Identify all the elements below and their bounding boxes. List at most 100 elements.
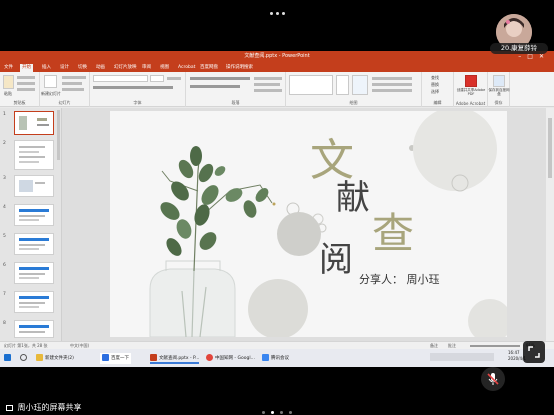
format-painter-button[interactable] [17,88,35,91]
shape-effects-button[interactable] [372,89,412,92]
taskbar-item-label: 文献查阅.pptx - P... [159,356,200,361]
slide-number: 8 [3,321,6,326]
start-button[interactable] [4,353,13,364]
slide-thumb-6[interactable] [14,262,54,284]
replace-button[interactable]: 替换 [431,82,439,88]
top-more-dots[interactable] [0,3,554,15]
group-label: 幻灯片 [58,100,71,105]
shapes-gallery[interactable] [289,75,333,95]
group-label: 字体 [133,100,142,105]
tab-home[interactable]: 开始 [20,64,33,72]
tab-file[interactable]: 文件 [2,64,15,72]
screen-share-label: 周小珏的屏幕共享 [6,402,82,413]
window-title: 文献查阅.pptx - PowerPoint [244,53,310,59]
group-acrobat: 创建并共享Adobe PDF Adobe Acrobat [454,72,488,107]
slide-thumb-3[interactable] [14,175,54,197]
participant-name: 20.康复薛铃 [490,43,548,54]
participant-video-tile[interactable]: 20.康复薛铃 [490,14,550,58]
cut-button[interactable] [17,76,35,79]
screen-share-icon [6,404,13,411]
slide-number: 6 [3,263,6,268]
font-name-select[interactable] [93,75,148,82]
select-button[interactable]: 选择 [431,89,439,95]
paste-label: 粘贴 [4,91,12,96]
shape-outline-button[interactable] [372,83,412,86]
page-indicator[interactable] [0,402,554,415]
acrobat-pdf-icon[interactable] [465,75,477,87]
text-direction-button[interactable] [254,77,282,80]
tell-me-search[interactable]: 操作说明搜索 [224,64,255,72]
group-label: 剪贴板 [13,100,26,105]
slide-thumb-5[interactable] [14,233,54,255]
section-button[interactable] [62,88,84,91]
slide-thumbnail-pane: 1 2 3 4 5 6 7 8 [0,108,62,341]
layout-button[interactable] [62,76,86,79]
taskbar-item-folder[interactable]: 新建文件夹(2) [36,353,74,364]
slide-title-char-2: 献 [336,178,370,218]
fullscreen-button[interactable] [523,341,545,363]
status-bar: 幻灯片 第1张，共 28 张 中文(中国) 备注 批注 91% [0,341,554,349]
system-tray[interactable] [430,353,494,361]
editor-scrollbar[interactable] [546,108,554,341]
zoom-slider[interactable] [470,345,520,347]
find-button[interactable]: 查找 [431,75,439,81]
ribbon: 粘贴 剪贴板 新建幻灯片 幻灯片 字体 段落 绘图 查找 替换 选择 编辑 创建… [0,72,554,107]
ribbon-tabs: 文件 开始 插入 设计 切换 动画 幻灯片放映 审阅 视图 Acrobat 百度… [0,63,554,72]
presenter-line: 分享人： 周小珏 [359,271,440,287]
thumbnail-scrollbar[interactable] [57,110,60,160]
tab-acrobat[interactable]: Acrobat [176,64,197,72]
font-grow-shrink[interactable] [167,77,181,80]
slide-thumb-1[interactable] [14,111,54,135]
copy-button[interactable] [17,82,35,85]
share-info-bar: 周小珏的屏幕共享 [0,397,554,415]
search-icon[interactable] [20,353,29,364]
quick-styles-button[interactable] [352,75,368,95]
reset-button[interactable] [62,82,82,85]
baidu-save-icon[interactable] [493,75,505,87]
tab-insert[interactable]: 插入 [40,64,53,72]
group-editing: 查找 替换 选择 编辑 [422,72,454,107]
new-slide-icon[interactable] [44,75,57,88]
tab-review[interactable]: 审阅 [140,64,153,72]
slide-thumb-4[interactable] [14,204,54,226]
tab-slideshow[interactable]: 幻灯片放映 [112,64,139,72]
tab-transitions[interactable]: 切换 [76,64,89,72]
align-text-button[interactable] [254,83,280,86]
shape-fill-button[interactable] [372,77,412,80]
paste-icon[interactable] [3,75,14,89]
taskbar-item-tencent-meeting[interactable]: 腾讯会议 [262,353,289,364]
list-buttons[interactable] [190,77,250,80]
ppt-title-bar: 文献查阅.pptx - PowerPoint –□✕ [0,51,554,69]
taskbar-item-label: 中国知网 - Googl... [215,356,255,361]
slide-number: 7 [3,292,6,297]
tab-view[interactable]: 视图 [158,64,171,72]
group-label: 段落 [231,100,240,105]
taskbar-item-label: 腾讯会议 [271,356,289,361]
slide-thumb-8[interactable] [14,320,54,338]
taskbar-item-baidu[interactable]: 百度一下 [100,353,131,364]
taskbar-item-chrome[interactable]: 中国知网 - Googl... [206,353,255,364]
mute-button[interactable] [481,367,505,391]
slide-number: 3 [3,176,6,181]
align-buttons[interactable] [190,85,240,88]
slide-thumb-2[interactable] [14,140,54,170]
group-font: 字体 [90,72,186,107]
tab-design[interactable]: 设计 [58,64,71,72]
slide-number: 1 [3,112,6,117]
presenter-name: 周小珏 [406,273,440,286]
tab-baidu[interactable]: 百度网盘 [198,64,220,72]
font-style-buttons[interactable] [93,86,173,89]
smartart-button[interactable] [254,89,282,92]
taskbar-item-powerpoint[interactable]: 文献查阅.pptx - P... [150,353,200,364]
taskbar-item-label: 新建文件夹(2) [45,356,74,361]
arrange-button[interactable] [336,75,349,95]
group-label: Adobe Acrobat [455,101,486,106]
screen-share-text: 周小珏的屏幕共享 [17,403,82,412]
tab-animations[interactable]: 动画 [94,64,107,72]
slide-title-char-1: 文 [310,135,354,186]
plant-vase-illustration [110,111,507,337]
current-slide[interactable]: 文 献 查 阅 分享人： 周小珏 [110,111,507,337]
fullscreen-icon [528,346,540,358]
slide-thumb-7[interactable] [14,291,54,313]
font-size-select[interactable] [150,75,164,82]
